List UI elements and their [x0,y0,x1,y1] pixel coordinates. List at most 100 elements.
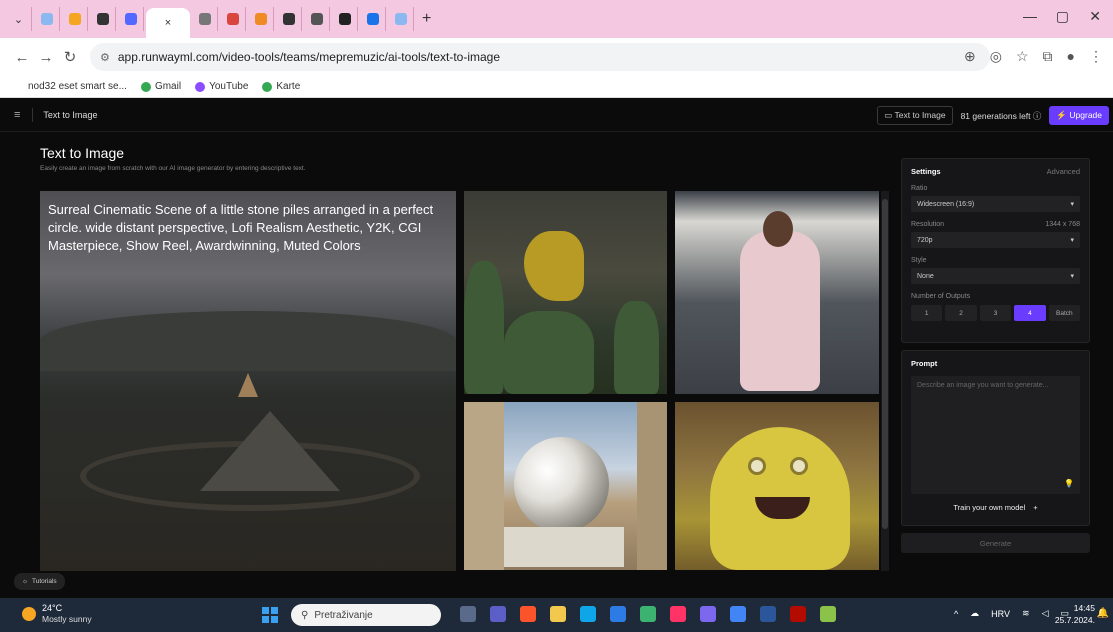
maximize-icon[interactable]: ▢ [1056,8,1069,25]
output-option[interactable]: 2 [945,305,977,321]
menu-dots-icon[interactable]: ⋮ [1089,48,1103,65]
task-view-icon[interactable] [460,606,476,622]
page-subtitle: Easily create an image from scratch with… [40,165,306,172]
generated-image-main[interactable]: Surreal Cinematic Scene of a little ston… [40,191,456,571]
bookmark-label: Karte [276,81,301,92]
resolution-select[interactable]: 720p ▾ [911,232,1080,248]
monster-eye [748,457,766,475]
browser-tab[interactable] [360,7,386,31]
back-icon[interactable]: ← [10,49,34,66]
weather-text: Mostly sunny [42,614,92,624]
language-indicator[interactable]: HRV [991,609,1010,619]
yellow-monster [710,427,850,570]
chrome-profile-icon[interactable] [730,606,746,622]
bookmark-item[interactable]: Gmail [140,81,182,92]
scrollbar-thumb[interactable] [882,199,888,529]
wifi-icon[interactable]: ≋ [1022,608,1030,619]
info-icon[interactable]: ⓘ [1033,111,1042,121]
menu-icon[interactable]: ≡ [14,109,20,121]
edge-icon[interactable] [580,606,596,622]
browser-tab[interactable] [388,7,414,31]
profile-avatar[interactable]: ● [1067,48,1075,65]
ratio-select[interactable]: Widescreen (16:9) ▾ [911,196,1080,212]
browser-tab[interactable] [62,7,88,31]
start-button[interactable] [262,607,278,623]
taskbar-search[interactable]: ⚲ Pretraživanje [291,604,441,626]
extensions-icon[interactable]: ⧉ [1043,48,1053,65]
generate-button[interactable]: Generate [901,533,1090,553]
browser-tab[interactable] [90,7,116,31]
browser-tab[interactable] [192,7,218,31]
illustrator-icon[interactable] [790,606,806,622]
generated-image-sphere[interactable] [464,402,667,570]
bookmark-star-icon[interactable]: ☆ [1016,48,1029,65]
output-option[interactable]: 4 [1014,305,1046,321]
forward-icon[interactable]: → [34,49,58,66]
person-head [763,211,793,247]
stone-pile [200,411,340,491]
upgrade-button[interactable]: ⚡ Upgrade [1049,106,1109,125]
reload-icon[interactable]: ↻ [58,48,82,66]
train-model-button[interactable]: Train your own model + [911,499,1080,515]
gallery-scrollbar[interactable] [881,191,889,571]
browser-tab[interactable] [220,7,246,31]
teams-icon[interactable] [490,606,506,622]
tab-search-menu[interactable]: ⌄ [6,7,32,31]
active-tab[interactable]: × [146,8,190,38]
style-select[interactable]: None ▾ [911,268,1080,284]
output-option[interactable]: 1 [911,305,943,321]
prompt-header: Prompt [911,359,938,368]
cloud-icon[interactable]: ☁ [970,608,979,619]
tutorials-button[interactable]: ☼ Tutorials [14,573,65,590]
favicon-icon [68,13,81,25]
runway-app: ≡ Text to Image ▭ Text to Image 81 gener… [0,98,1113,598]
notepad-icon[interactable] [820,606,836,622]
address-actions: ⊕ ◎ ☆ ⧉ ● ⋮ [964,48,1103,65]
store-icon[interactable] [610,606,626,622]
chevron-up-icon[interactable]: ^ [954,609,958,619]
browser-tab[interactable] [304,7,330,31]
prompt-textarea[interactable]: Describe an image you want to generate..… [911,376,1080,494]
zoom-icon[interactable]: ⊕ [964,48,976,65]
output-option[interactable]: Batch [1048,305,1081,321]
sphere [514,437,609,532]
app-icon[interactable] [700,606,716,622]
generated-image-monster[interactable] [675,402,879,570]
output-option[interactable]: 3 [979,305,1012,321]
minimize-icon[interactable]: — [1023,8,1037,24]
new-tab-button[interactable]: + [422,10,431,28]
volume-icon[interactable]: ◁ [1042,608,1049,619]
close-window-icon[interactable]: ✕ [1089,8,1101,25]
browser-tab[interactable] [34,7,60,31]
bookmark-item[interactable]: nod32 eset smart se... [14,81,127,92]
clock[interactable]: 14:45 25.7.2024. [1055,602,1095,626]
favicon-icon [366,13,379,25]
bookmark-label: Gmail [154,81,182,92]
favicon-icon [394,13,407,25]
url-field[interactable]: ⚙ app.runwayml.com/video-tools/teams/mep… [90,43,990,71]
weather-widget[interactable]: 24°C Mostly sunny [22,603,92,625]
browser-tab[interactable] [118,7,144,31]
bookmark-item[interactable]: Karte [262,81,300,92]
text-to-image-button[interactable]: ▭ Text to Image [877,106,953,125]
style-label: Style [911,257,927,264]
settings-panel: Settings Advanced Ratio Widescreen (16:9… [901,158,1090,343]
bookmark-item[interactable]: YouTube [195,81,248,92]
lightbulb-icon[interactable]: 💡 [1064,479,1074,488]
browser-tab[interactable] [248,7,274,31]
site-info-icon[interactable]: ⚙ [100,51,110,64]
explorer-icon[interactable] [550,606,566,622]
hide-icon[interactable]: ◎ [990,48,1002,65]
pedestal [504,527,624,567]
word-icon[interactable] [760,606,776,622]
advanced-link[interactable]: Advanced [1047,167,1080,176]
generated-image-bird[interactable] [464,191,667,394]
brave-icon[interactable] [520,606,536,622]
close-tab-icon[interactable]: × [165,17,171,29]
generated-image-person[interactable] [675,191,879,394]
pocket-icon[interactable] [670,606,686,622]
browser-tab[interactable] [276,7,302,31]
browser-tab[interactable] [332,7,358,31]
chrome-icon[interactable] [640,606,656,622]
notification-icon[interactable]: 🔔 [1097,608,1109,619]
